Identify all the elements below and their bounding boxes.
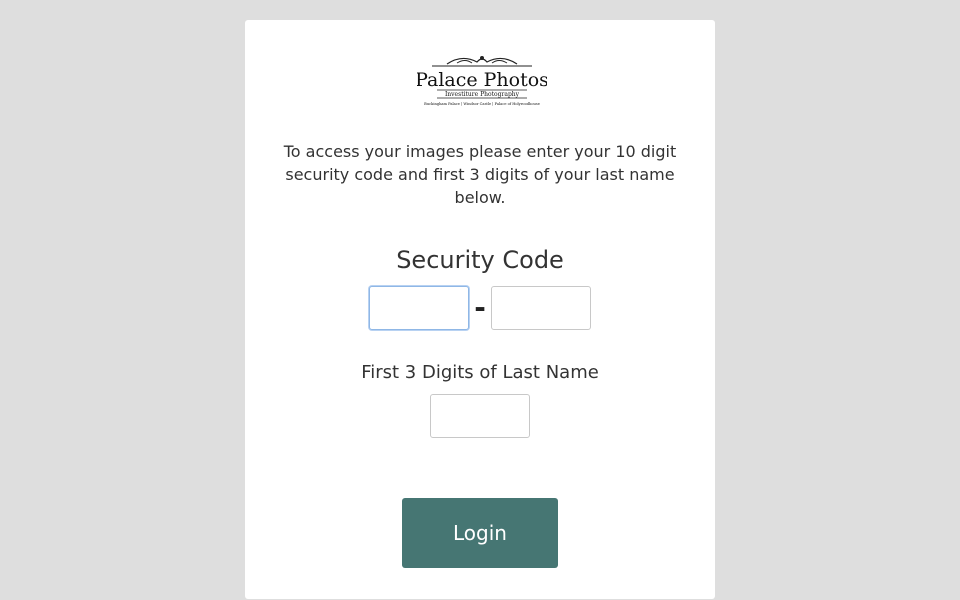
palace-photos-logo: Palace Photos Investiture Photography Bu…	[417, 52, 547, 108]
logo-title: Palace Photos	[417, 69, 547, 91]
login-card: Palace Photos Investiture Photography Bu…	[245, 20, 715, 599]
last-name-input[interactable]	[430, 394, 530, 438]
security-code-part1-input[interactable]	[369, 286, 469, 330]
last-name-label: First 3 Digits of Last Name	[361, 362, 599, 383]
security-code-part2-input[interactable]	[491, 286, 591, 330]
security-code-label: Security Code	[396, 246, 564, 274]
logo-graphic: Palace Photos Investiture Photography Bu…	[417, 56, 547, 106]
login-button[interactable]: Login	[402, 498, 558, 568]
security-code-separator: -	[474, 291, 486, 324]
logo-locations: Buckingham Palace | Windsor Castle | Pal…	[424, 102, 540, 106]
logo-tagline: Investiture Photography	[445, 91, 520, 98]
intro-text: To access your images please enter your …	[283, 142, 677, 207]
